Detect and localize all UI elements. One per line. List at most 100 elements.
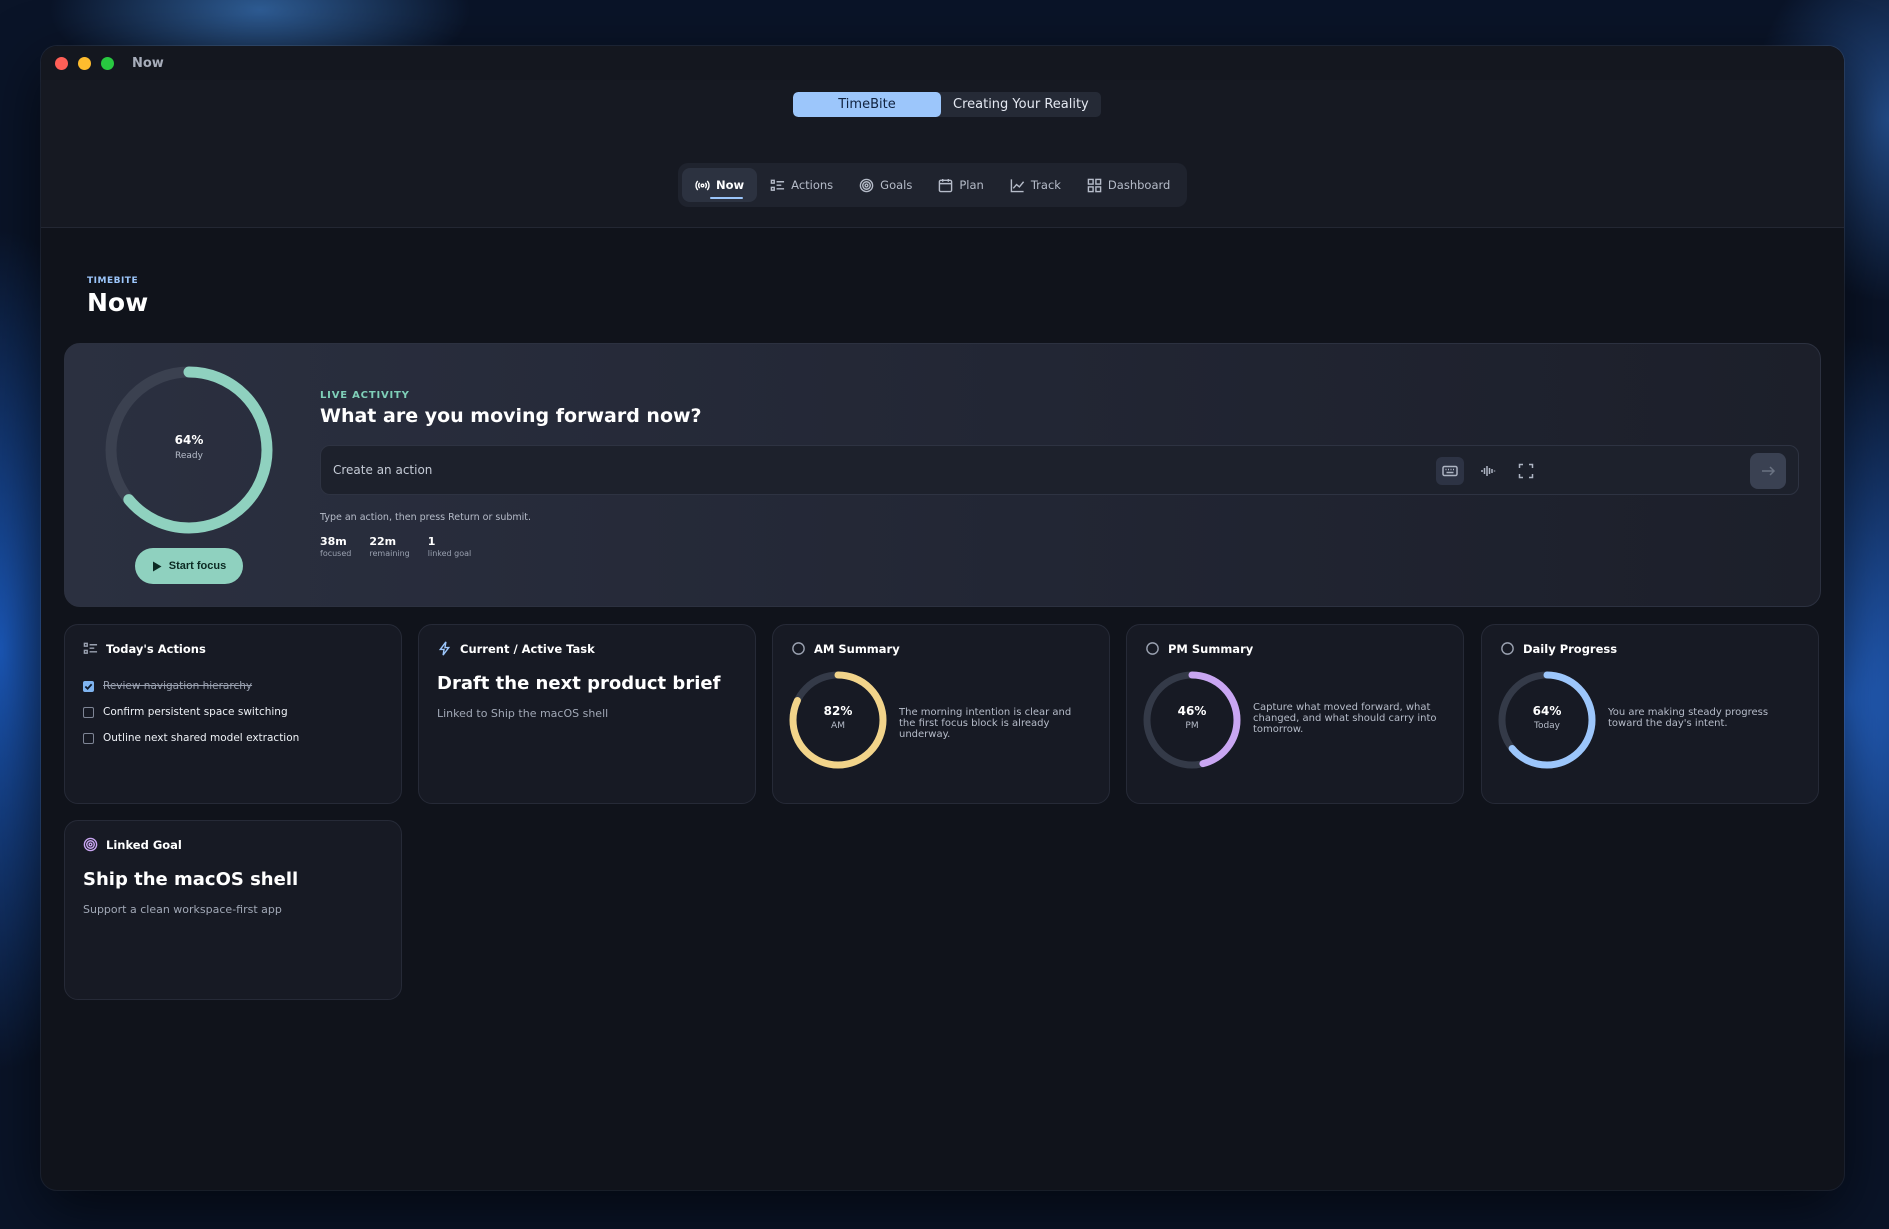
card-header: PM Summary <box>1145 641 1253 656</box>
task-subtitle: Linked to Ship the macOS shell <box>437 707 609 720</box>
list-item[interactable]: Confirm persistent space switching <box>83 699 299 725</box>
stat-value: 22m <box>369 535 397 548</box>
current-task-card[interactable]: Current / Active Task Draft the next pro… <box>418 624 756 804</box>
stat-remaining: 22m remaining <box>369 535 409 558</box>
pm-ring-graphic <box>1143 671 1241 769</box>
card-header: AM Summary <box>791 641 900 656</box>
live-activity-panel: 64% Ready Start focus LIVE ACTIVITY What… <box>64 343 1821 607</box>
list-item[interactable]: Review navigation hierarchy <box>83 673 299 699</box>
play-icon <box>152 561 162 571</box>
close-window-button[interactable] <box>55 56 68 70</box>
am-summary-card: AM Summary 82% AM The morning intention … <box>772 624 1110 804</box>
card-title: AM Summary <box>814 641 900 656</box>
stat-linked-goal: 1 linked goal <box>428 535 472 558</box>
daily-label: Today <box>1533 721 1561 731</box>
keyboard-input-button[interactable] <box>1436 457 1464 485</box>
checkbox[interactable] <box>83 680 94 692</box>
focus-stats: 38m focused 22m remaining 1 linked goal <box>320 535 471 558</box>
input-hint: Type an action, then press Return or sub… <box>320 512 532 523</box>
list-icon <box>83 642 98 654</box>
space-tab-creating-your-reality[interactable]: Creating Your Reality <box>941 92 1101 117</box>
focus-progress-ring: 64% Ready <box>97 358 281 542</box>
am-label: AM <box>831 721 845 731</box>
stat-value: 38m <box>320 535 347 548</box>
stat-label: linked goal <box>427 549 472 558</box>
page-title: Now <box>87 288 149 317</box>
focus-ring-graphic <box>105 366 273 534</box>
goal-title: Ship the macOS shell <box>83 869 299 890</box>
tab-now[interactable]: Now <box>682 168 758 202</box>
tab-track[interactable]: Track <box>997 168 1074 202</box>
linked-goal-card[interactable]: Linked Goal Ship the macOS shell Support… <box>64 820 402 1000</box>
top-toolbar: TimeBite Creating Your Reality Now Actio… <box>41 80 1844 228</box>
space-tab-timebite[interactable]: TimeBite <box>793 92 941 117</box>
card-title: Linked Goal <box>106 837 182 852</box>
tab-label: Dashboard <box>1107 178 1171 192</box>
daily-progress-card: Daily Progress 64% Today You are making … <box>1481 624 1819 804</box>
minimize-window-button[interactable] <box>78 56 91 70</box>
stat-label: focused <box>320 549 352 558</box>
checkmark-icon <box>84 683 93 690</box>
card-header: Linked Goal <box>83 837 182 852</box>
daily-progress-text: You are making steady progress toward th… <box>1608 707 1769 729</box>
app-window: Now TimeBite Creating Your Reality Now A… <box>41 46 1844 1190</box>
checkbox[interactable] <box>83 732 94 744</box>
circle-icon <box>1146 642 1159 655</box>
am-percent: 82% <box>823 704 853 718</box>
pm-progress-ring: 46% PM <box>1139 667 1245 773</box>
card-title: PM Summary <box>1168 641 1254 656</box>
pm-percent: 46% <box>1177 704 1207 718</box>
create-action-field <box>320 445 1799 495</box>
todays-actions-card: Today's Actions Review navigation hierar… <box>64 624 402 804</box>
tab-plan[interactable]: Plan <box>925 168 996 202</box>
title-bar: Now <box>41 46 1844 80</box>
zoom-window-button[interactable] <box>101 56 114 70</box>
daily-percent: 64% <box>1532 704 1562 718</box>
checkbox[interactable] <box>83 706 94 718</box>
action-label: Confirm persistent space switching <box>103 706 288 718</box>
calendar-icon <box>939 178 953 192</box>
am-progress-ring: 82% AM <box>785 667 891 773</box>
card-title: Today's Actions <box>106 641 206 656</box>
circle-icon <box>792 642 805 655</box>
waveform-icon <box>1481 466 1496 476</box>
tab-dashboard[interactable]: Dashboard <box>1074 168 1183 202</box>
card-header: Today's Actions <box>83 641 206 656</box>
main-nav-tabs: Now Actions Goals Plan Track Dashboard <box>678 163 1188 207</box>
pm-label: PM <box>1185 721 1199 731</box>
daily-ring-graphic <box>1498 671 1596 769</box>
stat-value: 1 <box>427 535 436 548</box>
broadcast-icon <box>695 180 710 190</box>
circle-icon <box>1501 642 1514 655</box>
goal-subtitle: Support a clean workspace-first app <box>83 903 282 916</box>
start-focus-button[interactable]: Start focus <box>135 548 243 584</box>
expand-input-button[interactable] <box>1512 457 1540 485</box>
pm-summary-text: Capture what moved forward, what changed… <box>1253 702 1437 735</box>
list-item[interactable]: Outline next shared model extraction <box>83 725 299 751</box>
space-switcher: TimeBite Creating Your Reality <box>793 92 1101 117</box>
pm-summary-card: PM Summary 46% PM Capture what moved for… <box>1126 624 1464 804</box>
card-header: Current / Active Task <box>437 641 595 656</box>
arrow-right-icon <box>1762 466 1776 476</box>
submit-action-button[interactable] <box>1750 453 1786 489</box>
live-activity-eyebrow: LIVE ACTIVITY <box>320 390 410 401</box>
lightning-icon <box>438 641 451 656</box>
action-checklist: Review navigation hierarchy Confirm pers… <box>83 673 299 751</box>
action-label: Outline next shared model extraction <box>103 732 300 744</box>
list-icon <box>770 179 785 191</box>
card-title: Current / Active Task <box>460 641 595 656</box>
card-title: Daily Progress <box>1523 641 1618 656</box>
action-label: Review navigation hierarchy <box>103 680 253 692</box>
live-activity-title: What are you moving forward now? <box>320 405 702 427</box>
target-icon <box>83 837 98 852</box>
tab-actions[interactable]: Actions <box>757 168 846 202</box>
page-eyebrow: TIMEBITE <box>87 276 139 286</box>
daily-progress-ring: 64% Today <box>1494 667 1600 773</box>
voice-input-button[interactable] <box>1474 457 1502 485</box>
keyboard-icon <box>1442 465 1458 477</box>
start-focus-label: Start focus <box>168 560 227 572</box>
tab-goals[interactable]: Goals <box>846 168 925 202</box>
create-action-input[interactable] <box>333 446 1433 494</box>
tab-label: Now <box>716 178 745 192</box>
task-title: Draft the next product brief <box>437 673 721 694</box>
